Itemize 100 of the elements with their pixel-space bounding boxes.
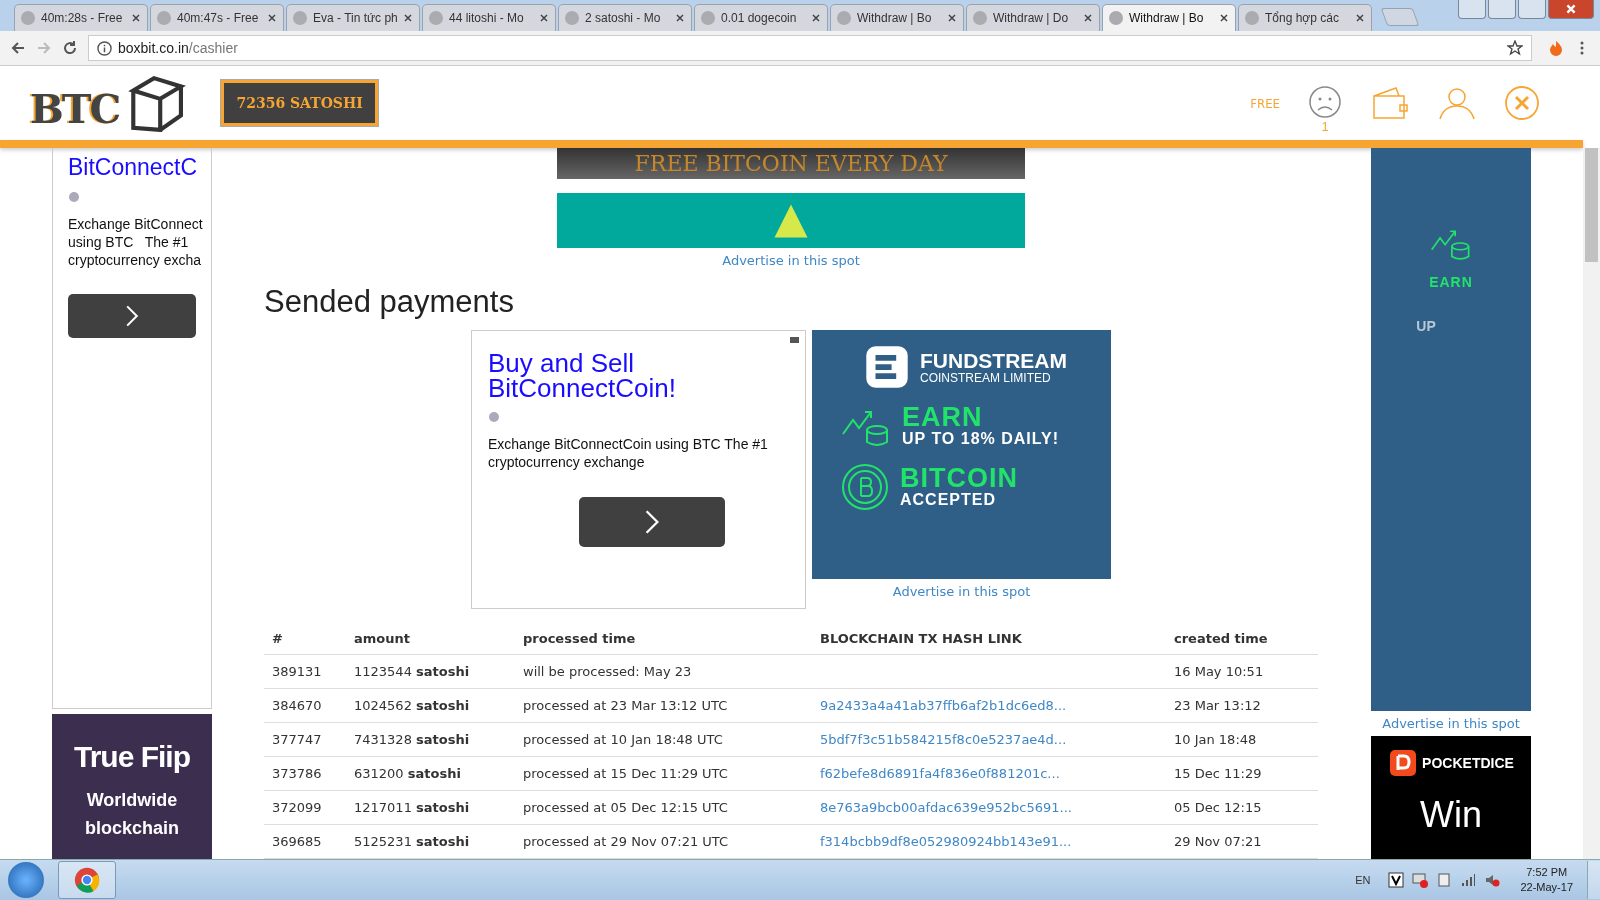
tx-hash-link[interactable]: 8e763a9bcb00afdac639e952bc5691... — [820, 800, 1072, 815]
maximize-button[interactable] — [1518, 0, 1546, 19]
taskbar-app-button[interactable] — [58, 861, 116, 899]
tx-hash-link[interactable]: f314bcbb9df8e052980924bb143e91... — [820, 834, 1072, 849]
table-cell: 05 Dec 12:15 — [1166, 790, 1318, 825]
close-icon[interactable] — [1083, 13, 1093, 23]
advertise-link[interactable]: Advertise in this spot — [557, 253, 1025, 268]
table-cell: 5125231 satoshi — [346, 824, 515, 859]
reload-icon[interactable] — [62, 40, 78, 56]
ad-text: Exchange BitConnectCoin using BTC The #1 cryptocurrency exchange — [488, 435, 769, 471]
profile-button[interactable] — [1458, 0, 1486, 19]
advertise-link[interactable]: Advertise in this spot — [812, 584, 1111, 599]
volume-muted-icon[interactable] — [1484, 872, 1501, 888]
browser-tab[interactable]: Withdraw | Bo — [830, 4, 964, 31]
browser-tab[interactable]: Withdraw | Do — [966, 4, 1100, 31]
browser-tab[interactable]: 40m:47s - Free — [150, 4, 284, 31]
address-field[interactable]: boxbit.co.in/cashier — [88, 35, 1532, 61]
ad-headline: EARN — [902, 404, 984, 430]
favicon-icon — [701, 11, 715, 25]
tx-hash-link[interactable]: 5bdf7f3c51b584215f8c0e5237ae4d... — [820, 732, 1067, 747]
browser-tab[interactable]: Withdraw | Bo — [1102, 4, 1236, 31]
favicon-icon — [157, 11, 171, 25]
column-header: # — [264, 623, 346, 655]
browser-tab[interactable]: 40m:28s - Free — [14, 4, 148, 31]
network-icon[interactable] — [1412, 872, 1429, 888]
back-icon[interactable] — [10, 40, 26, 56]
close-icon[interactable] — [947, 13, 957, 23]
tray-icon[interactable] — [1388, 872, 1405, 888]
browser-tab[interactable]: Eva - Tin tức ph — [286, 4, 420, 31]
browser-icon — [73, 866, 101, 894]
balance-badge: 72356 SATOSHI — [221, 80, 378, 126]
language-indicator[interactable]: EN — [1355, 874, 1371, 886]
close-icon[interactable] — [1355, 13, 1365, 23]
close-icon[interactable] — [403, 13, 413, 23]
ad-subline: UP — [1416, 318, 1436, 334]
table-cell: 384670 — [264, 688, 346, 723]
fire-icon[interactable] — [1548, 40, 1564, 56]
clock[interactable]: 7:52 PM 22-May-17 — [1520, 865, 1573, 895]
brand-subtitle: COINSTREAM LIMITED — [920, 370, 1052, 385]
page-heading: Sended payments — [264, 284, 515, 320]
table-cell: 389131 — [264, 654, 346, 689]
browser-tab[interactable]: 44 litoshi - Mo — [422, 4, 556, 31]
ad-banner[interactable]: True Fiip Worldwide blockchain — [52, 714, 212, 859]
favicon-icon — [21, 11, 35, 25]
ad-text: Exchange BitConnect using BTC The #1 cryptocurrency excha — [68, 215, 204, 269]
tx-hash-link[interactable]: 9a2433a4a41ab37ffb6af2b1dc6ed8... — [820, 698, 1067, 713]
table-cell: processed at 10 Jan 18:48 UTC — [515, 722, 812, 757]
table-cell: 15 Dec 11:29 — [1166, 756, 1318, 791]
chevron-right-icon — [124, 303, 140, 329]
table-cell: will be processed: May 23 — [515, 654, 812, 689]
site-logo[interactable]: BTC — [30, 74, 188, 132]
table-cell: 631200 satoshi — [346, 756, 515, 791]
ad-title[interactable]: BitConnectC — [68, 154, 211, 181]
ad-banner[interactable]: EARN UP — [1371, 148, 1531, 711]
column-header: BLOCKCHAIN TX HASH LINK — [812, 623, 1166, 655]
close-icon — [1565, 3, 1577, 15]
close-icon[interactable] — [539, 13, 549, 23]
browser-tab[interactable]: 0.01 dogecoin — [694, 4, 828, 31]
table-cell: 1217011 satoshi — [346, 790, 515, 825]
tx-hash-link[interactable]: f62befe8d6891fa4f836e0f881201c... — [820, 766, 1060, 781]
favicon-icon — [565, 11, 579, 25]
signal-icon[interactable] — [1460, 872, 1477, 888]
advertise-link[interactable]: Advertise in this spot — [1371, 716, 1531, 731]
close-icon[interactable] — [131, 13, 141, 23]
close-icon[interactable] — [675, 13, 685, 23]
close-icon[interactable] — [267, 13, 277, 23]
browser-tab[interactable]: 2 satoshi - Mo — [558, 4, 692, 31]
close-button[interactable] — [1548, 0, 1594, 19]
favicon-icon — [429, 11, 443, 25]
favicon-icon — [837, 11, 851, 25]
column-header: processed time — [515, 623, 812, 655]
ad-title[interactable]: Buy and Sell BitConnectCoin! — [488, 351, 789, 401]
bitcoin-icon — [840, 462, 890, 512]
table-cell: 377747 — [264, 722, 346, 757]
column-header: created time — [1166, 623, 1318, 655]
info-icon[interactable] — [97, 40, 112, 56]
star-icon[interactable] — [1507, 40, 1523, 56]
sad-face-icon[interactable] — [1308, 84, 1342, 119]
table-cell: 1123544 satoshi — [346, 654, 515, 689]
show-desktop-button[interactable] — [1587, 861, 1600, 899]
brand-name: FUNDSTREAM — [920, 349, 1067, 371]
ad-banner[interactable]: POCKETDICE Win — [1371, 736, 1531, 859]
user-icon[interactable] — [1438, 86, 1476, 120]
ad-subline: ACCEPTED — [900, 491, 997, 509]
close-icon[interactable] — [1219, 13, 1229, 23]
favicon-icon — [973, 11, 987, 25]
wallet-icon[interactable] — [1370, 86, 1410, 120]
ad-banner[interactable]: FUNDSTREAM COINSTREAM LIMITED EARN UP TO 18% DAILY! BITCOIN ACCEPTED — [812, 330, 1111, 579]
ad-headline: Win — [1420, 794, 1482, 836]
brand-name: POCKETDICE — [1422, 755, 1514, 771]
browser-tab[interactable]: Tổng hợp các — [1238, 4, 1372, 31]
favicon-icon — [1245, 11, 1259, 25]
scrollbar[interactable] — [1583, 148, 1600, 859]
table-cell: 369685 — [264, 824, 346, 859]
close-icon[interactable] — [811, 13, 821, 23]
table-cell: 373786 — [264, 756, 346, 791]
minimize-button[interactable] — [1488, 0, 1516, 19]
ad-headline: EARN — [1429, 274, 1473, 290]
column-header: amount — [346, 623, 515, 655]
start-button[interactable] — [8, 862, 44, 898]
